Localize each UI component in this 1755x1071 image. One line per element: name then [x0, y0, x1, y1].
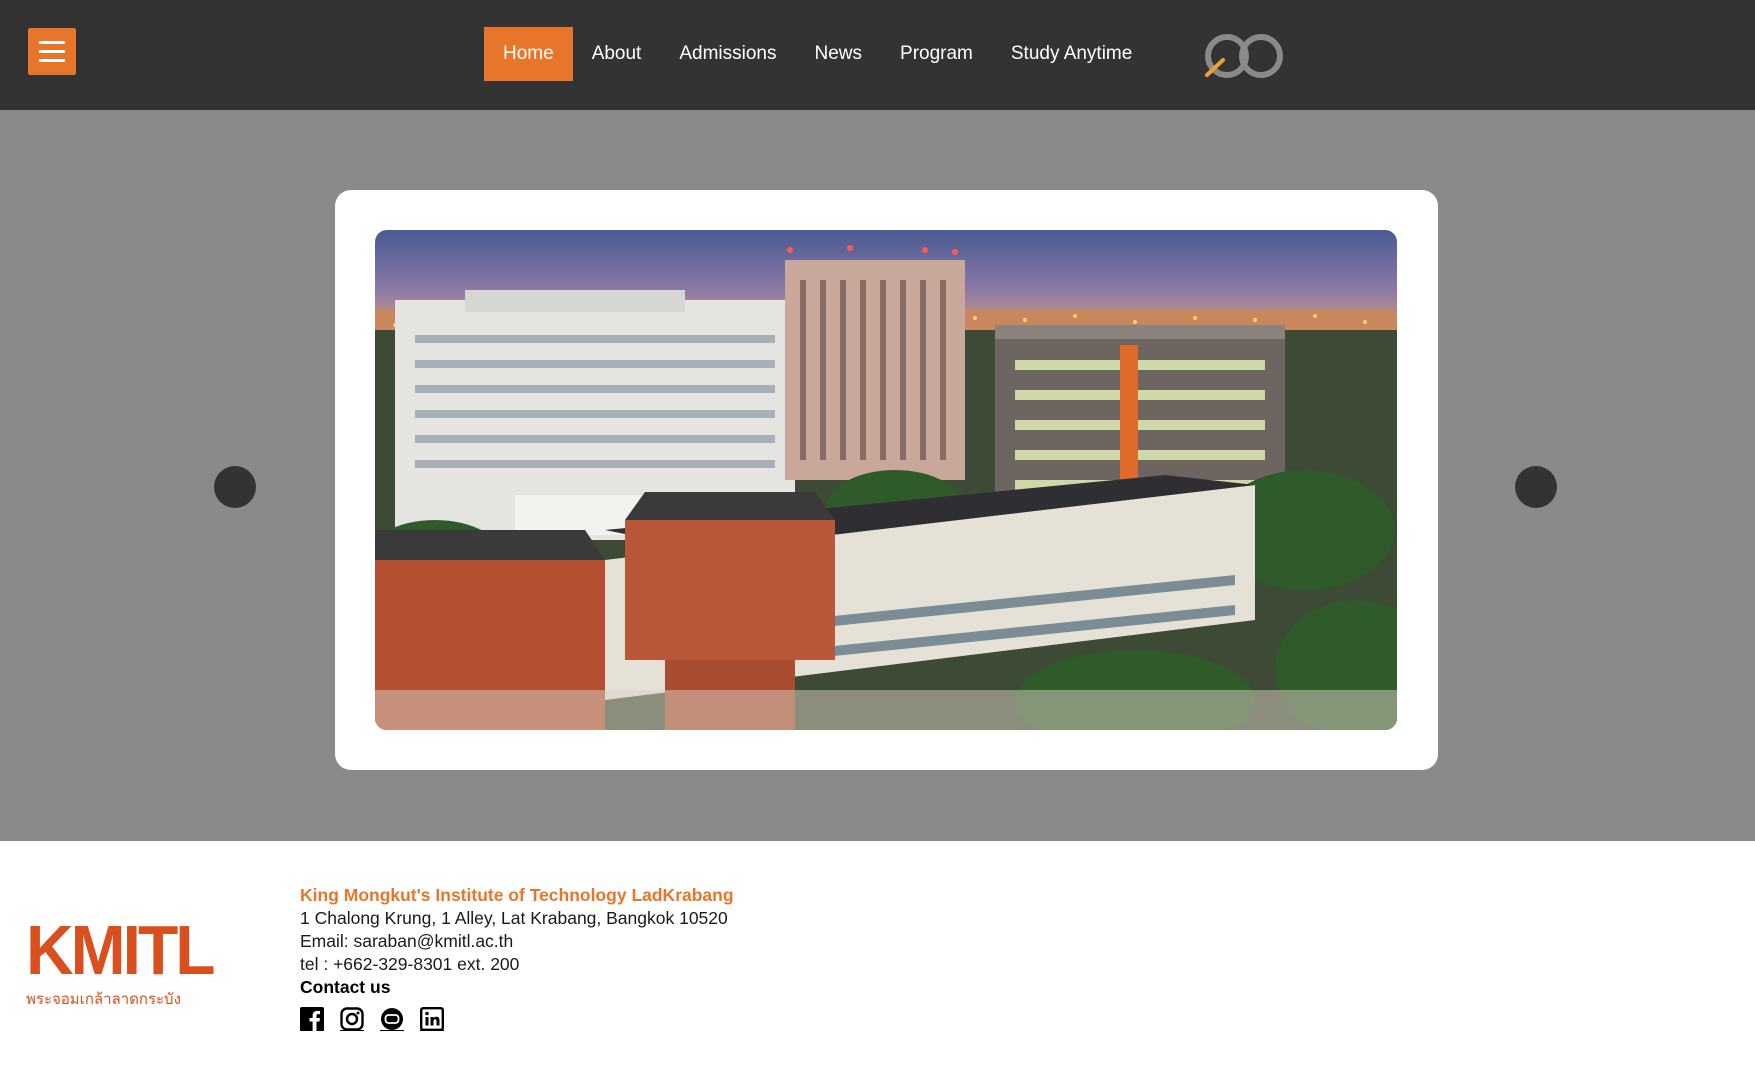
- linkedin-icon[interactable]: [420, 1007, 445, 1032]
- campus-photo-illustration: [375, 230, 1397, 730]
- previous-slide-button[interactable]: [214, 466, 256, 508]
- contact-heading: Contact us: [300, 977, 391, 997]
- menu-line: [39, 41, 65, 44]
- email: Email: saraban@kmitl.ac.th: [300, 931, 514, 951]
- infinity-logo-icon[interactable]: [1203, 28, 1285, 84]
- slide-card: [335, 190, 1438, 770]
- nav-about[interactable]: About: [573, 27, 661, 81]
- kmitl-logo[interactable]: KMITL พระจอมเกล้าลาดกระบัง: [26, 910, 216, 1015]
- nav-admissions[interactable]: Admissions: [660, 27, 795, 81]
- address: 1 Chalong Krung, 1 Alley, Lat Krabang, B…: [300, 908, 728, 928]
- nav-program[interactable]: Program: [881, 27, 992, 81]
- menu-line: [39, 50, 65, 53]
- kmitl-logo-wordmark: KMITL: [26, 910, 216, 989]
- hero-carousel: [0, 110, 1755, 841]
- youtube-icon[interactable]: [380, 1007, 404, 1031]
- next-slide-button[interactable]: [1515, 466, 1557, 508]
- telephone: tel : +662-329-8301 ext. 200: [300, 954, 520, 974]
- menu-line: [39, 59, 65, 62]
- nav-home[interactable]: Home: [484, 27, 573, 81]
- social-links: [300, 1007, 734, 1032]
- hamburger-menu-button[interactable]: [28, 28, 76, 75]
- instagram-icon[interactable]: [340, 1007, 364, 1031]
- facebook-icon[interactable]: [300, 1007, 324, 1031]
- nav-study-anytime[interactable]: Study Anytime: [992, 27, 1151, 81]
- site-footer: KMITL พระจอมเกล้าลาดกระบัง King Mongkut'…: [0, 841, 1755, 1071]
- campus-photo: [375, 230, 1397, 730]
- nav-news[interactable]: News: [796, 27, 882, 81]
- contact-info: King Mongkut's Institute of Technology L…: [300, 884, 734, 1032]
- main-nav: Home About Admissions News Program Study…: [484, 27, 1151, 81]
- top-navigation-bar: Home About Admissions News Program Study…: [0, 0, 1755, 110]
- organization-name: King Mongkut's Institute of Technology L…: [300, 885, 734, 905]
- kmitl-logo-subtitle: พระจอมเกล้าลาดกระบัง: [26, 990, 181, 1008]
